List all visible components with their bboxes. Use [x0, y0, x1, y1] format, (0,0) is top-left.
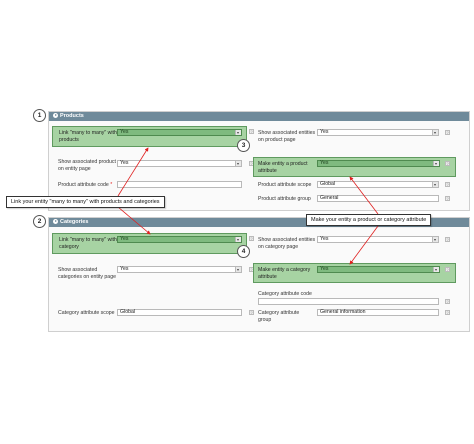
arrow-to-categories-make-entity: [349, 225, 379, 265]
arrow-to-categories-link: [117, 206, 151, 235]
callout-make-attribute: Make your entity a product or category a…: [306, 214, 432, 226]
marker-3: 3: [237, 139, 250, 152]
marker-4: 4: [237, 245, 250, 258]
arrow-to-products-link: [117, 147, 149, 197]
arrow-to-products-make-entity: [349, 176, 379, 215]
callout-link-many-to-many: Link your entity "many to many" with pro…: [6, 196, 165, 208]
